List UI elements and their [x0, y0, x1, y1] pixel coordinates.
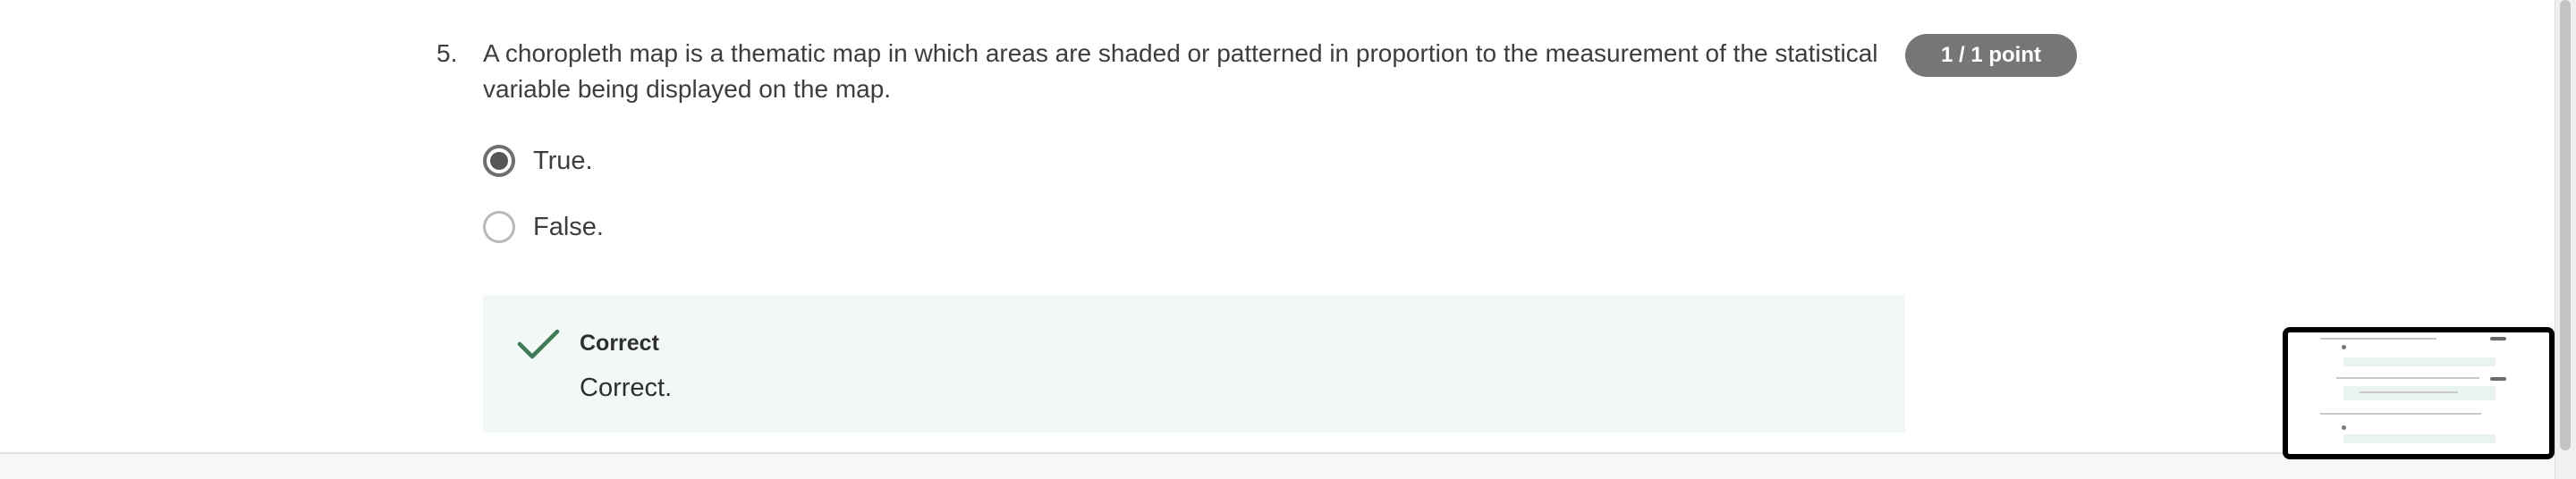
- feedback-title: Correct: [580, 331, 659, 356]
- question-text: A choropleth map is a thematic map in wh…: [483, 39, 1878, 103]
- bottom-divider: [0, 452, 2555, 479]
- answer-options: True. False.: [483, 141, 604, 273]
- minimap-radio: [2342, 425, 2346, 430]
- scrollbar-thumb[interactable]: [2560, 0, 2571, 450]
- points-badge: 1 / 1 point: [1905, 34, 2077, 77]
- checkmark-icon: [517, 329, 560, 359]
- minimap-line: [2336, 377, 2479, 379]
- option-false[interactable]: False.: [483, 207, 604, 247]
- radio-true[interactable]: [483, 145, 515, 177]
- option-true[interactable]: True.: [483, 141, 604, 181]
- feedback-text: Correct.: [580, 374, 673, 402]
- minimap-feedback: [2343, 357, 2496, 366]
- radio-false[interactable]: [483, 211, 515, 243]
- minimap-line: [2360, 391, 2458, 393]
- minimap-radio: [2342, 345, 2346, 349]
- question-number: 5.: [436, 39, 458, 67]
- radio-selected-dot: [490, 152, 508, 170]
- minimap-line: [2320, 338, 2436, 340]
- minimap-line: [2320, 413, 2481, 415]
- feedback-panel: Correct Correct.: [483, 295, 1905, 433]
- minimap-feedback: [2343, 434, 2496, 443]
- option-label-true[interactable]: True.: [533, 143, 593, 179]
- minimap-badge: [2490, 377, 2506, 381]
- option-label-false[interactable]: False.: [533, 209, 604, 245]
- page-minimap[interactable]: [2283, 327, 2555, 459]
- vertical-scrollbar[interactable]: [2555, 0, 2576, 479]
- minimap-badge: [2490, 337, 2506, 340]
- minimap-feedback: [2343, 386, 2496, 400]
- quiz-page: 5. A choropleth map is a thematic map in…: [0, 0, 2576, 479]
